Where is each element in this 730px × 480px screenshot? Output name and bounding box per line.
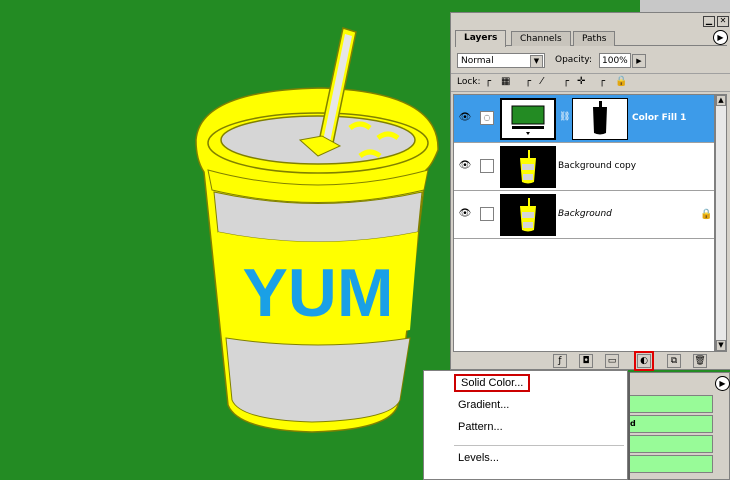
eye-icon[interactable]: 👁 bbox=[458, 207, 472, 221]
list-item[interactable] bbox=[627, 395, 713, 413]
layer-row-color-fill[interactable]: 👁 ◌ ⛓ Color Fill 1 bbox=[454, 95, 714, 143]
blend-mode-select[interactable]: Normal ▼ bbox=[457, 53, 545, 68]
padlock-icon: 🔒 bbox=[700, 209, 713, 220]
layer-link-icon[interactable] bbox=[480, 207, 494, 221]
opacity-label: Opacity: bbox=[555, 55, 592, 65]
close-button[interactable]: ✕ bbox=[717, 16, 729, 27]
divider bbox=[451, 73, 730, 74]
fill-adjustment-menu: Solid Color... Gradient... Pattern... Le… bbox=[423, 370, 628, 480]
list-item[interactable] bbox=[627, 455, 713, 473]
layer-thumbnail bbox=[500, 194, 556, 236]
layer-thumbnail bbox=[500, 146, 556, 188]
trash-icon[interactable]: 🗑 bbox=[693, 354, 707, 368]
scroll-up-icon[interactable]: ▲ bbox=[716, 95, 726, 106]
lock-image-pixels-icon[interactable]: ▦ bbox=[501, 77, 510, 87]
lock-transparency-icon[interactable]: ┌ bbox=[485, 77, 491, 87]
list-item[interactable]: d bbox=[627, 415, 713, 433]
workspace-edge bbox=[640, 0, 730, 12]
new-layer-icon[interactable]: ⧉ bbox=[667, 354, 681, 368]
secondary-palette: ▶ d bbox=[622, 372, 730, 480]
layers-palette: ▁ ✕ Layers Channels Paths ▶ Normal ▼ Opa… bbox=[450, 12, 730, 371]
layer-mask-icon[interactable]: ◘ bbox=[579, 354, 593, 368]
layers-bottom-toolbar: ƒ ◘ ▭ ◐ ⧉ 🗑 bbox=[453, 351, 729, 371]
mask-thumbnail bbox=[572, 98, 628, 140]
minimize-button[interactable]: ▁ bbox=[703, 16, 715, 27]
chain-link-icon: ⛓ bbox=[559, 112, 571, 122]
divider bbox=[451, 91, 730, 92]
menu-item-levels[interactable]: Levels... bbox=[458, 451, 499, 465]
layer-link-icon[interactable]: ◌ bbox=[480, 111, 494, 125]
padlock-icon: 🔒 bbox=[615, 76, 628, 87]
palette-tabs: Layers Channels Paths bbox=[455, 30, 727, 47]
menu-item-pattern[interactable]: Pattern... bbox=[458, 420, 503, 434]
lock-label: Lock: bbox=[457, 77, 481, 87]
layer-name: Color Fill 1 bbox=[632, 113, 687, 123]
tab-paths[interactable]: Paths bbox=[573, 31, 616, 46]
menu-item-gradient[interactable]: Gradient... bbox=[458, 398, 509, 412]
eye-icon[interactable]: 👁 bbox=[458, 111, 472, 125]
layer-row-background[interactable]: 👁 Background 🔒 bbox=[454, 191, 714, 239]
lock-position-icon[interactable]: ┌ bbox=[563, 77, 569, 87]
list-item[interactable] bbox=[627, 435, 713, 453]
layer-name: Background bbox=[558, 209, 612, 219]
adjustment-layer-icon[interactable]: ◐ bbox=[634, 351, 654, 371]
lock-all-checkbox[interactable]: ┌ bbox=[599, 77, 605, 87]
blend-mode-value: Normal bbox=[461, 56, 494, 66]
lock-brush-icon[interactable]: ┌ bbox=[525, 77, 531, 87]
palette-menu-icon[interactable]: ▶ bbox=[715, 376, 730, 391]
opacity-input[interactable]: 100% bbox=[599, 53, 631, 68]
tab-channels[interactable]: Channels bbox=[511, 31, 571, 46]
layer-thumbnail bbox=[500, 98, 556, 140]
menu-separator bbox=[454, 445, 624, 446]
new-group-icon[interactable]: ▭ bbox=[605, 354, 619, 368]
tab-layers[interactable]: Layers bbox=[455, 30, 507, 47]
layers-list: 👁 ◌ ⛓ Color Fill 1 👁 Background copy 👁 B… bbox=[453, 94, 715, 352]
layer-name: Background copy bbox=[558, 161, 637, 171]
layer-row-background-copy[interactable]: 👁 Background copy bbox=[454, 143, 714, 191]
layer-link-icon[interactable] bbox=[480, 159, 494, 173]
eye-icon[interactable]: 👁 bbox=[458, 159, 472, 173]
chevron-down-icon: ▼ bbox=[530, 55, 543, 68]
cup-label-text: YUM bbox=[242, 255, 393, 331]
brush-icon: ⁄ bbox=[541, 76, 543, 87]
palette-menu-icon[interactable]: ▶ bbox=[713, 30, 728, 45]
menu-item-solid-color[interactable]: Solid Color... bbox=[454, 374, 531, 392]
list-item-label: d bbox=[630, 419, 636, 428]
opacity-slider-button[interactable]: ▶ bbox=[632, 54, 646, 68]
layer-style-icon[interactable]: ƒ bbox=[553, 354, 567, 368]
move-icon: ✛ bbox=[577, 76, 586, 87]
scroll-down-icon[interactable]: ▼ bbox=[716, 340, 726, 351]
layers-scrollbar[interactable]: ▲ ▼ bbox=[715, 94, 727, 352]
